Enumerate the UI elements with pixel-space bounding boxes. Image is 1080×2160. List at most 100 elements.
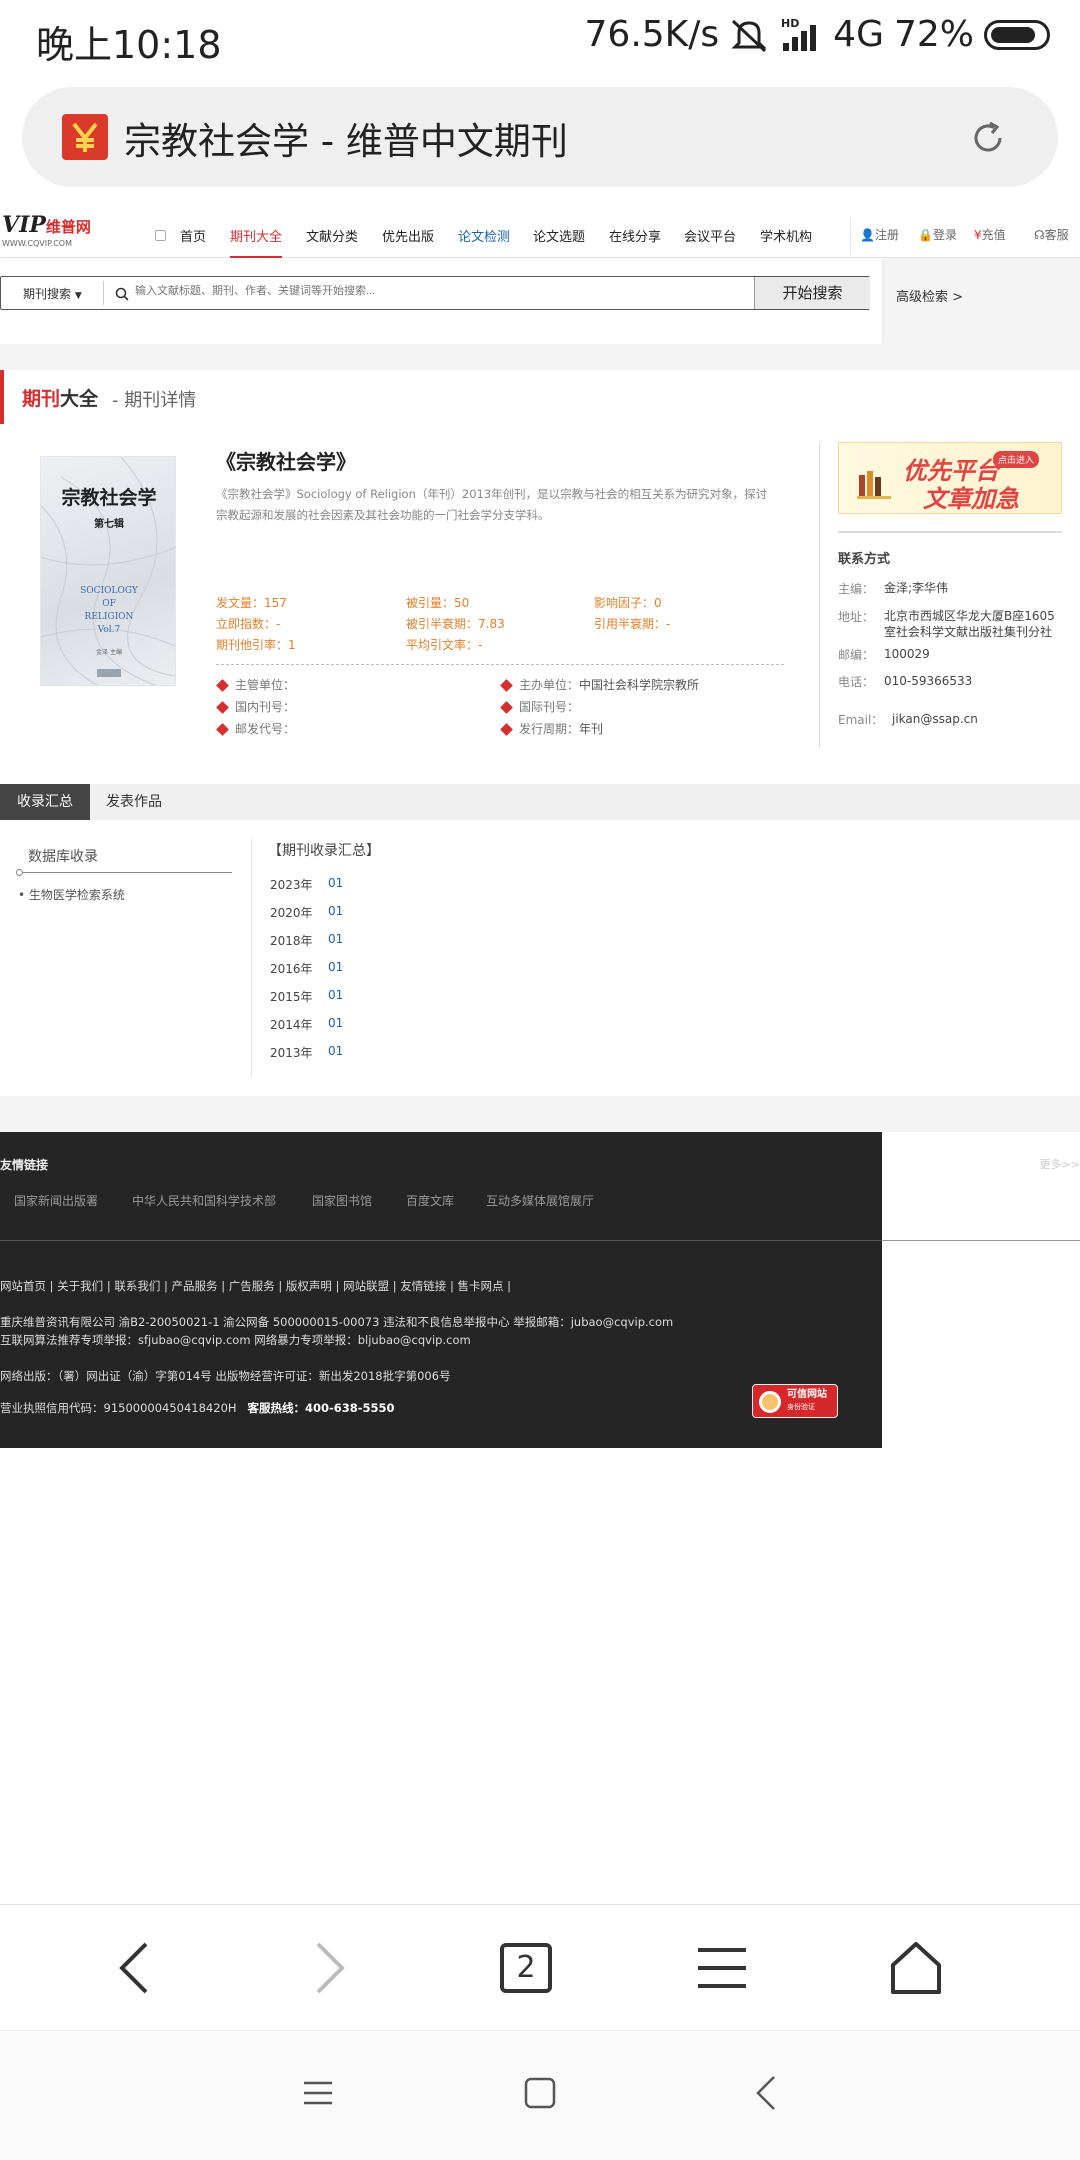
stat-immediacy-index: 立即指数：- (216, 617, 281, 631)
stat-avg-citation-rate: 平均引文率：- (406, 638, 483, 652)
nav-institutions[interactable]: 学术机构 (760, 226, 812, 245)
db-dot (16, 869, 23, 876)
cover-editor: 金泽 主编 (96, 649, 122, 656)
nav-journals[interactable]: 期刊大全 (230, 226, 282, 245)
cover-issue: 第七辑 (94, 519, 124, 530)
friend-link[interactable]: 互动多媒体展馆展厅 (486, 1192, 594, 1209)
logo-url: WWW.CQVIP.COM (2, 239, 72, 248)
tab-collection-summary[interactable]: 收录汇总 (0, 784, 90, 820)
menu-button[interactable] (682, 1935, 762, 2001)
db-item: • 生物医学检索系统 (18, 888, 125, 902)
system-nav-bar (0, 2030, 1080, 2160)
search-area: 期刊搜索 ▼ 开始搜索 (0, 258, 882, 344)
issue-link[interactable]: 01 (328, 988, 343, 1002)
friend-link[interactable]: 百度文库 (406, 1192, 454, 1209)
nav-share[interactable]: 在线分享 (609, 226, 661, 245)
stat-other-citation-rate: 期刊他引率：1 (216, 638, 296, 652)
forward-button[interactable] (290, 1935, 370, 2001)
contact-chief: 主编： 金泽;李华伟 (838, 581, 949, 596)
issue-link[interactable]: 01 (328, 876, 343, 890)
year-row: 2018年 01 (270, 932, 344, 948)
friend-link[interactable]: 国家图书馆 (312, 1192, 372, 1209)
meta-frequency: 发行周期：年刊 (500, 720, 603, 737)
home-button[interactable] (876, 1935, 956, 2001)
contact-postcode: 邮编： 100029 (838, 647, 930, 662)
logo-vip: VIP (2, 212, 46, 238)
nav-categories[interactable]: 文献分类 (306, 226, 358, 245)
browser-toolbar: 2 (0, 1904, 1080, 2030)
issue-link[interactable]: 01 (328, 960, 343, 974)
advanced-search-link[interactable]: 高级检索 > (896, 286, 963, 305)
footer-right-divider (882, 1240, 1080, 1241)
tab-published-works[interactable]: 发表作品 (106, 784, 162, 820)
breadcrumb-title: 期刊大全 (22, 388, 99, 410)
headset-icon: ☊ (1034, 228, 1045, 242)
logo-cn: 维普网 (45, 218, 91, 236)
address-bar[interactable]: 宗教社会学 - 维普中文期刊 (22, 87, 1058, 187)
site-navbar: VIP维普网 WWW.CQVIP.COM 首页 期刊大全 文献分类 优先出版 论… (0, 208, 1080, 258)
system-back-icon[interactable] (754, 2075, 778, 2111)
journal-cover: 宗教社会学 第七辑 SOCIOLOGY OF RELIGION Vol.7 金泽… (40, 456, 176, 686)
issue-link[interactable]: 01 (328, 932, 343, 946)
nav-priority-publish[interactable]: 优先出版 (382, 226, 434, 245)
issue-link[interactable]: 01 (328, 1044, 343, 1058)
nav-topics[interactable]: 论文选题 (533, 226, 585, 245)
mute-icon (731, 19, 767, 52)
contact-email: Email： jikan@ssap.cn (838, 712, 978, 727)
user-icon: 👤 (860, 228, 875, 242)
vip-logo[interactable]: VIP维普网 WWW.CQVIP.COM (2, 212, 102, 254)
footer-nav[interactable]: 网站首页 | 关于我们 | 联系我们 | 产品服务 | 广告服务 | 版权声明 … (0, 1278, 511, 1294)
diamond-icon (216, 701, 229, 714)
search-type-dropdown[interactable]: 期刊搜索 ▼ (23, 285, 82, 302)
stat-impact-factor: 影响因子：0 (594, 596, 662, 610)
back-button[interactable] (94, 1935, 174, 2001)
search-input[interactable] (135, 285, 635, 297)
login-link[interactable]: 🔒登录 (918, 226, 957, 243)
friend-link[interactable]: 国家新闻出版署 (14, 1192, 98, 1209)
recharge-link[interactable]: ¥充值 (974, 226, 1006, 243)
nav-plagiarism-check[interactable]: 论文检测 (458, 226, 510, 245)
nav-home[interactable]: 首页 (180, 226, 206, 245)
hotline: 客服热线：400-638-5550 (247, 1401, 395, 1415)
cover-en-2: OF (102, 599, 116, 609)
detail-separator (819, 442, 820, 748)
forward-arrow-icon (316, 1942, 345, 1994)
issue-link[interactable]: 01 (328, 904, 343, 918)
support-link[interactable]: ☊客服 (1034, 226, 1069, 243)
stat-articles: 发文量：157 (216, 596, 287, 610)
stat-citations: 被引量：50 (406, 596, 470, 610)
search-divider (103, 281, 104, 305)
site-favicon-icon (62, 114, 108, 160)
battery-percent: 72% (893, 14, 974, 55)
year-row: 2023年 01 (270, 876, 344, 892)
friend-links-title: 友情链接 (0, 1158, 49, 1172)
section-gap (0, 344, 1080, 370)
cover-en-3: RELIGION (84, 612, 134, 622)
trusted-site-badge[interactable]: 可信网站 身份验证 (752, 1384, 838, 1418)
stat-cited-half-life: 被引半衰期：7.83 (406, 617, 505, 631)
journal-description: 《宗教社会学》Sociology of Religion（年刊）2013年创刊，… (216, 487, 768, 522)
tabs-button[interactable]: 2 (486, 1935, 566, 2001)
nav-conference[interactable]: 会议平台 (684, 226, 736, 245)
priority-platform-banner[interactable]: 优先平台 文章加急 点击进入 (838, 442, 1062, 514)
issue-link[interactable]: 01 (328, 1016, 343, 1030)
lock-icon: 🔒 (918, 228, 933, 242)
reload-icon[interactable] (968, 118, 1008, 158)
register-link[interactable]: 👤注册 (860, 226, 899, 243)
more-links[interactable]: 更多>> (1040, 1156, 1080, 1172)
breadcrumb: 期刊大全 - 期刊详情 (0, 370, 1080, 424)
footer-report: 互联网算法推荐专项举报：sfjubao@cqvip.com 网络暴力专项举报：b… (0, 1333, 471, 1347)
friend-link[interactable]: 中华人民共和国科学技术部 (132, 1192, 276, 1209)
recents-icon[interactable] (302, 2077, 334, 2109)
search-button[interactable]: 开始搜索 (754, 277, 870, 309)
contact-title: 联系方式 (838, 552, 891, 567)
home-square-icon[interactable] (524, 2077, 556, 2109)
breadcrumb-sub: - 期刊详情 (112, 390, 197, 411)
trust-icon (759, 1391, 781, 1413)
tab-bar: 收录汇总 发表作品 (0, 784, 1080, 820)
status-indicators: 76.5K/s HD 4G 72% (585, 14, 1050, 55)
cover-en-4: Vol.7 (97, 625, 121, 635)
network-speed: 76.5K/s (584, 14, 720, 55)
db-title: 数据库收录 (28, 849, 98, 865)
status-time: 晚上10:18 (36, 23, 222, 67)
